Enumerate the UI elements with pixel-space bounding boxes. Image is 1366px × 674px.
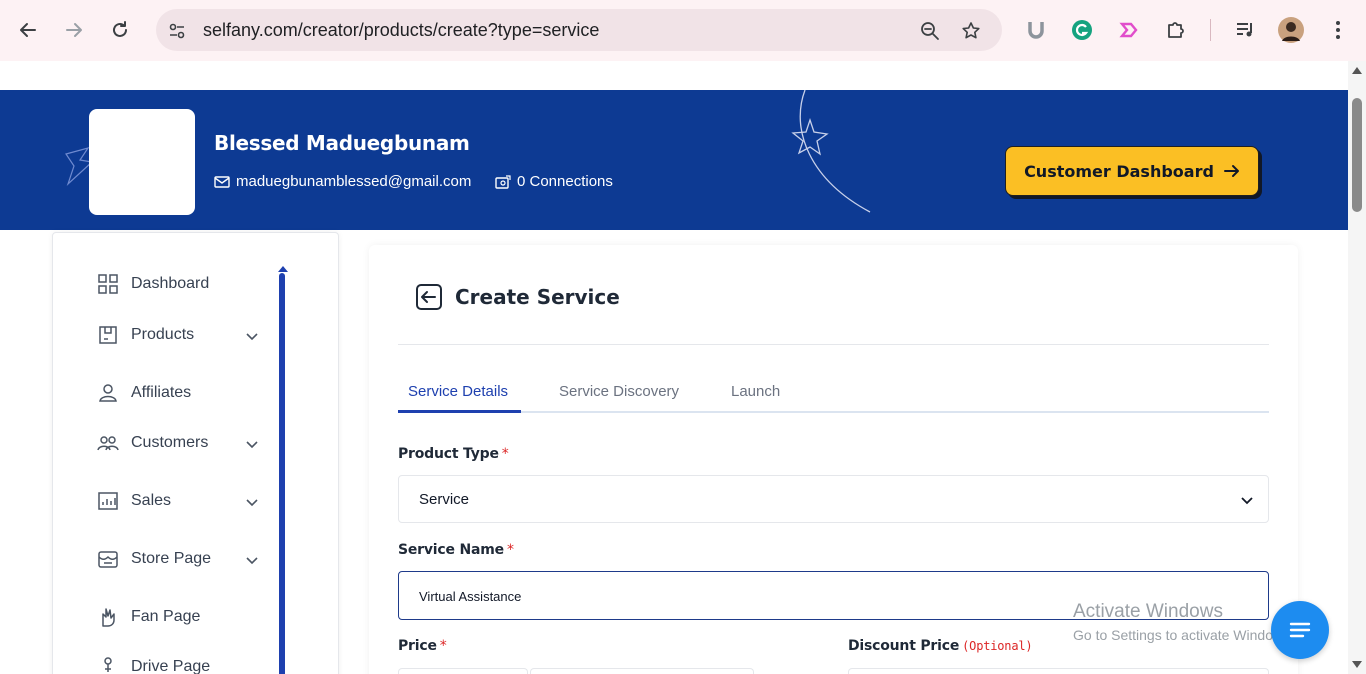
profile-avatar-icon[interactable] [1277,16,1305,44]
page-content: Blessed Maduegbunam maduegbunamblessed@g… [0,61,1348,674]
profile-email-text: maduegbunamblessed@gmail.com [236,173,472,190]
chevron-down-icon[interactable] [245,329,259,343]
chevron-down-icon[interactable] [245,437,259,451]
chevron-down-icon [1241,497,1253,505]
optional-marker: (Optional) [962,639,1033,653]
profile-connections: 0 Connections [495,173,613,190]
profile-avatar [89,109,195,215]
sidebar-item-label: Customers [131,434,209,451]
discount-price-label-text: Discount Price [848,638,960,654]
price-label-text: Price [398,638,437,654]
chart-icon [97,490,119,512]
chevron-down-icon[interactable] [245,553,259,567]
sidebar-item-label: Sales [131,492,172,509]
site-settings-icon[interactable] [166,20,188,42]
forward-icon[interactable] [58,14,90,46]
u-extension-icon[interactable] [1022,16,1050,44]
drive-icon [97,656,119,674]
profile-email: maduegbunamblessed@gmail.com [214,173,471,190]
active-tab-indicator [398,410,521,413]
mail-icon [214,175,230,188]
discount-price-input[interactable] [848,668,1269,674]
service-name-value: Virtual Assistance [419,589,522,604]
media-control-icon[interactable] [1231,16,1259,44]
product-type-label: Product Type * [398,446,509,462]
page-scrollbar[interactable] [1348,61,1366,674]
sidebar-item-label: Dashboard [131,275,210,292]
discount-price-label: Discount Price (Optional) [848,638,1033,654]
toolbar-divider [1210,19,1211,41]
scroll-down-arrow[interactable] [1352,661,1362,668]
screen-recorder-icon[interactable] [1115,16,1143,44]
tab-service-details[interactable]: Service Details [408,383,508,400]
product-type-label-text: Product Type [398,446,499,462]
back-arrow-icon[interactable] [415,283,443,311]
service-name-label-text: Service Name [398,542,504,558]
price-input[interactable] [530,668,754,674]
sidebar-item-sales[interactable]: Sales [97,490,171,512]
store-icon [97,548,119,570]
windows-activation-watermark: Activate Windows Go to Settings to activ… [1073,601,1294,643]
customer-dashboard-button[interactable]: Customer Dashboard [1005,146,1259,196]
title-divider [398,344,1269,345]
reload-icon[interactable] [104,14,136,46]
bookmark-star-icon[interactable] [960,20,982,42]
sidebar-item-label: Fan Page [131,608,201,625]
affiliates-icon [97,382,119,404]
currency-select[interactable] [398,668,528,674]
required-marker: * [506,542,514,558]
zoom-icon[interactable] [919,20,941,42]
page-title: Create Service [455,285,620,309]
sidebar: Dashboard Products Affiliates Customers … [52,232,339,674]
scroll-up-arrow[interactable] [1352,67,1362,74]
sidebar-scrollbar[interactable] [279,273,285,674]
sidebar-item-dashboard[interactable]: Dashboard [97,273,209,295]
customer-dashboard-label: Customer Dashboard [1024,161,1214,181]
connections-icon [495,174,511,189]
sidebar-item-label: Affiliates [131,384,192,401]
sidebar-item-customers[interactable]: Customers [97,432,208,454]
sidebar-item-drive-page[interactable]: Drive Page [97,656,210,674]
profile-connections-text: 0 Connections [517,173,613,190]
url-text[interactable]: selfany.com/creator/products/create?type… [203,20,599,41]
required-marker: * [501,446,509,462]
sidebar-item-fan-page[interactable]: Fan Page [97,606,200,628]
sidebar-item-store-page[interactable]: Store Page [97,548,211,570]
watermark-line1: Activate Windows [1073,601,1223,622]
browser-menu-icon[interactable] [1324,16,1352,44]
watermark-line2: Go to Settings to activate Windows. [1073,627,1294,643]
arrow-right-icon [1223,165,1239,177]
price-label: Price * [398,638,447,654]
product-type-select[interactable]: Service [398,475,1269,523]
menu-lines-icon [1289,622,1311,638]
banner-decoration-star [791,90,871,213]
chevron-down-icon[interactable] [245,495,259,509]
profile-name: Blessed Maduegbunam [214,131,470,155]
product-type-value: Service [419,491,470,508]
sidebar-item-label: Products [131,326,195,343]
required-marker: * [439,638,447,654]
profile-banner: Blessed Maduegbunam maduegbunamblessed@g… [0,90,1348,230]
address-bar[interactable]: selfany.com/creator/products/create?type… [156,9,1002,51]
chat-menu-button[interactable] [1271,601,1329,659]
service-name-label: Service Name * [398,542,514,558]
scroll-thumb[interactable] [1352,98,1362,212]
sidebar-item-label: Store Page [131,550,212,567]
grammarly-icon[interactable] [1068,16,1096,44]
browser-toolbar: selfany.com/creator/products/create?type… [0,0,1366,61]
users-icon [97,432,119,454]
sidebar-item-products[interactable]: Products [97,324,194,346]
sidebar-item-label: Drive Page [131,658,211,674]
tab-launch[interactable]: Launch [731,383,780,400]
back-icon[interactable] [12,14,44,46]
sidebar-scroll-up[interactable] [278,266,288,272]
tab-bar: Service Details Service Discovery Launch [398,381,1269,413]
sidebar-item-affiliates[interactable]: Affiliates [97,382,191,404]
tab-service-discovery[interactable]: Service Discovery [559,383,679,400]
box-icon [97,324,119,346]
hand-icon [97,606,119,628]
extensions-puzzle-icon[interactable] [1162,16,1190,44]
grid-icon [97,273,119,295]
